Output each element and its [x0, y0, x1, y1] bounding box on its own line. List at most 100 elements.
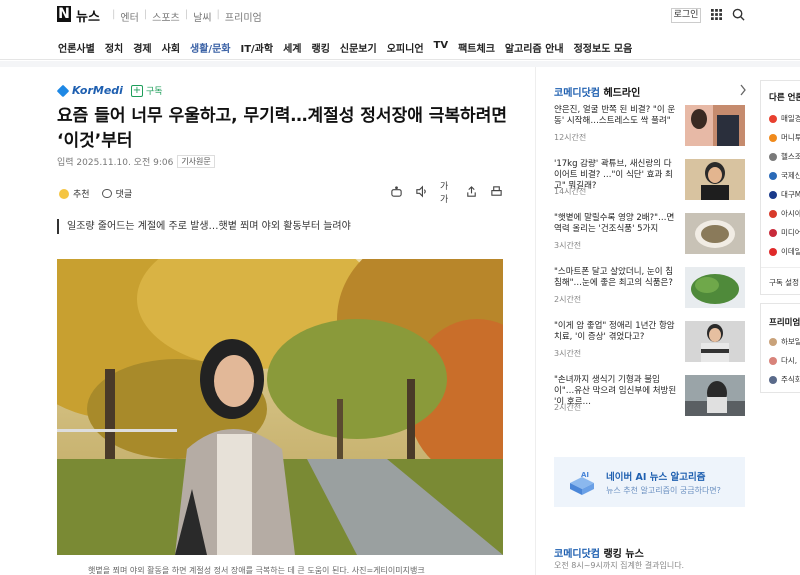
category-economy[interactable]: 경제 — [133, 40, 151, 55]
other-press-item[interactable]: 이데일리 — [769, 246, 800, 257]
premium-avatar — [769, 356, 777, 365]
plus-icon: + — [130, 84, 143, 97]
other-press-label: 매일경제 — [781, 114, 800, 123]
other-press-heading: 다른 언론사 — [769, 93, 800, 103]
summary-bot-icon[interactable] — [390, 185, 403, 198]
share-icon[interactable] — [465, 185, 478, 198]
category-press[interactable]: 언론사별 — [58, 40, 95, 55]
login-button[interactable]: 로그인 — [671, 8, 701, 23]
ai-algorithm-banner[interactable]: AI 네이버 AI 뉴스 알고리즘 뉴스 추천 알고리즘이 궁금하다면? — [554, 457, 745, 507]
headline-thumbnail — [685, 105, 745, 146]
headline-thumbnail — [685, 321, 745, 362]
comment-label: 댓글 — [115, 190, 133, 200]
press-logo-icon — [769, 209, 777, 218]
press-logo-icon — [769, 114, 777, 123]
headline-item-time: 2시간전 — [554, 295, 582, 304]
other-press-label: 대구MBC — [781, 190, 800, 199]
subscribe-settings-link[interactable]: 구독 설정 — [769, 277, 799, 288]
top-nav-weather[interactable]: 날씨 — [190, 9, 214, 24]
original-article-link[interactable]: 기사원문 — [177, 155, 215, 168]
category-algorithm[interactable]: 알고리즘 안내 — [505, 40, 564, 55]
grid-menu-icon[interactable] — [711, 9, 722, 20]
naver-logo[interactable]: N — [57, 6, 71, 22]
premium-item[interactable]: 주식회사 — [769, 374, 800, 385]
column-divider — [535, 67, 536, 575]
headline-section-title[interactable]: 코메디닷컴 헤드라인 — [554, 84, 640, 99]
category-politics[interactable]: 정치 — [105, 40, 123, 55]
press-logo-icon — [769, 190, 777, 199]
headline-thumbnail — [685, 159, 745, 200]
ranking-brand: 코메디닷컴 — [554, 549, 600, 560]
publisher-bar: KorMedi + 구독 — [56, 84, 163, 97]
headline-item[interactable]: "이게 암 좋업" 정애리 1년간 항암치료, '이 증상' 겪었다고? 3시간… — [554, 321, 745, 365]
other-press-item[interactable]: 대구MBC — [769, 189, 800, 200]
other-press-item[interactable]: 국제신문 — [769, 170, 800, 181]
top-nav-sports[interactable]: 스포츠 — [149, 9, 183, 24]
headline-item[interactable]: "햇볕에 말릴수록 영양 2배?"…면역력 올리는 '건조식품' 5가지 3시간… — [554, 213, 745, 257]
headline-item-time: 3시간전 — [554, 241, 582, 250]
headline-thumbnail — [685, 213, 745, 254]
category-tv[interactable]: TV — [434, 40, 449, 55]
text-size-button[interactable]: 가가 — [440, 182, 453, 205]
category-society[interactable]: 사회 — [162, 40, 180, 55]
other-press-label: 미디어오늘 — [781, 228, 800, 237]
press-logo-icon — [769, 247, 777, 256]
category-ranking[interactable]: 랭킹 — [312, 40, 330, 55]
ranking-section-title[interactable]: 코메디닷컴 랭킹 뉴스 — [554, 545, 644, 560]
other-press-item[interactable]: 미디어오늘 — [769, 227, 800, 238]
nav-divider: | — [112, 9, 116, 20]
comment-bubble-icon — [101, 189, 112, 198]
photo-caption: 햇볕을 쬐며 야외 활동을 하면 계절성 정서 장애를 극복하는 데 큰 도움이… — [88, 566, 425, 575]
other-press-item[interactable]: 매일경제 — [769, 113, 800, 124]
other-press-label: 아시아경제 — [781, 209, 800, 218]
category-it-science[interactable]: IT/과학 — [240, 40, 273, 55]
premium-item[interactable]: 다시, 봄 — [769, 355, 800, 366]
press-logo-icon — [769, 228, 777, 237]
headline-item-time: 14시간전 — [554, 187, 587, 196]
recommend-button[interactable]: 추천 — [59, 187, 90, 200]
headline-item[interactable]: '17kg 감량' 곽튜브, 새신랑의 다이어트 비결? …"이 식단' 효과 … — [554, 159, 745, 203]
category-factcheck[interactable]: 팩트체크 — [458, 40, 495, 55]
headline-item[interactable]: "손녀까지 생식기 기형과 불임이"…유산 막으려 임신부에 처방된 '이 호르… — [554, 375, 745, 419]
category-opinion[interactable]: 오피니언 — [387, 40, 424, 55]
top-bar: N 뉴스 | 엔터 | 스포츠 | 날씨 | 프리미엄 로그인 — [0, 0, 800, 30]
smile-icon — [59, 188, 69, 199]
category-nav: 언론사별 정치 경제 사회 생활/문화 IT/과학 세계 랭킹 신문보기 오피니… — [0, 30, 800, 65]
premium-label: 주식회사 — [781, 375, 800, 384]
news-logo-text[interactable]: 뉴스 — [76, 6, 100, 25]
subscribe-label: 구독 — [145, 87, 163, 97]
category-life-culture[interactable]: 생활/문화 — [190, 40, 231, 65]
chevron-right-icon[interactable] — [739, 84, 747, 96]
comment-button[interactable]: 댓글 — [101, 187, 133, 200]
category-world[interactable]: 세계 — [283, 40, 301, 55]
audio-speaker-icon[interactable] — [415, 185, 428, 198]
category-corrections[interactable]: 정정보도 모음 — [574, 40, 633, 55]
publisher-logo[interactable]: KorMedi — [56, 84, 123, 97]
article-date-row: 입력 2025.11.10. 오전 9:06 기사원문 — [57, 155, 215, 168]
other-press-panel: 다른 언론사 매일경제 머니투데이 헬스조선 국제신문 대구MBC 아시아경제 … — [760, 80, 800, 295]
headline-label: 헤드라인 — [603, 88, 641, 99]
other-press-label: 머니투데이 — [781, 133, 800, 142]
other-press-item[interactable]: 머니투데이 — [769, 132, 800, 143]
category-newspaper[interactable]: 신문보기 — [340, 40, 377, 55]
top-nav-entertainment[interactable]: 엔터 — [117, 9, 141, 24]
article-date: 입력 2025.11.10. 오전 9:06 — [57, 158, 174, 168]
headline-item[interactable]: "스마트폰 달고 살았더니, 눈이 침침해"…눈에 좋은 최고의 식품은? 2시… — [554, 267, 745, 311]
top-nav: | 엔터 | 스포츠 | 날씨 | 프리미엄 — [110, 9, 265, 24]
top-nav-premium[interactable]: 프리미엄 — [222, 9, 265, 24]
headline-brand: 코메디닷컴 — [554, 88, 600, 99]
print-icon[interactable] — [490, 185, 503, 198]
section-divider — [0, 61, 800, 67]
press-logo-icon — [769, 171, 777, 180]
other-press-item[interactable]: 헬스조선 — [769, 151, 800, 162]
headline-item-time: 12시간전 — [554, 133, 587, 142]
headline-thumbnail — [685, 267, 745, 308]
ai-box-icon: AI — [570, 471, 594, 495]
other-press-item[interactable]: 아시아경제 — [769, 208, 800, 219]
headline-item[interactable]: 얀은진, 얼굴 반쪽 된 비결? "이 운동' 시작해…스트레스도 싹 풀려" … — [554, 105, 745, 149]
premium-item[interactable]: 하보일기 — [769, 336, 800, 347]
ranking-label: 랭킹 뉴스 — [603, 549, 644, 560]
subscribe-button[interactable]: + 구독 — [130, 84, 163, 97]
search-icon[interactable] — [732, 8, 745, 21]
other-press-label: 이데일리 — [781, 247, 800, 256]
